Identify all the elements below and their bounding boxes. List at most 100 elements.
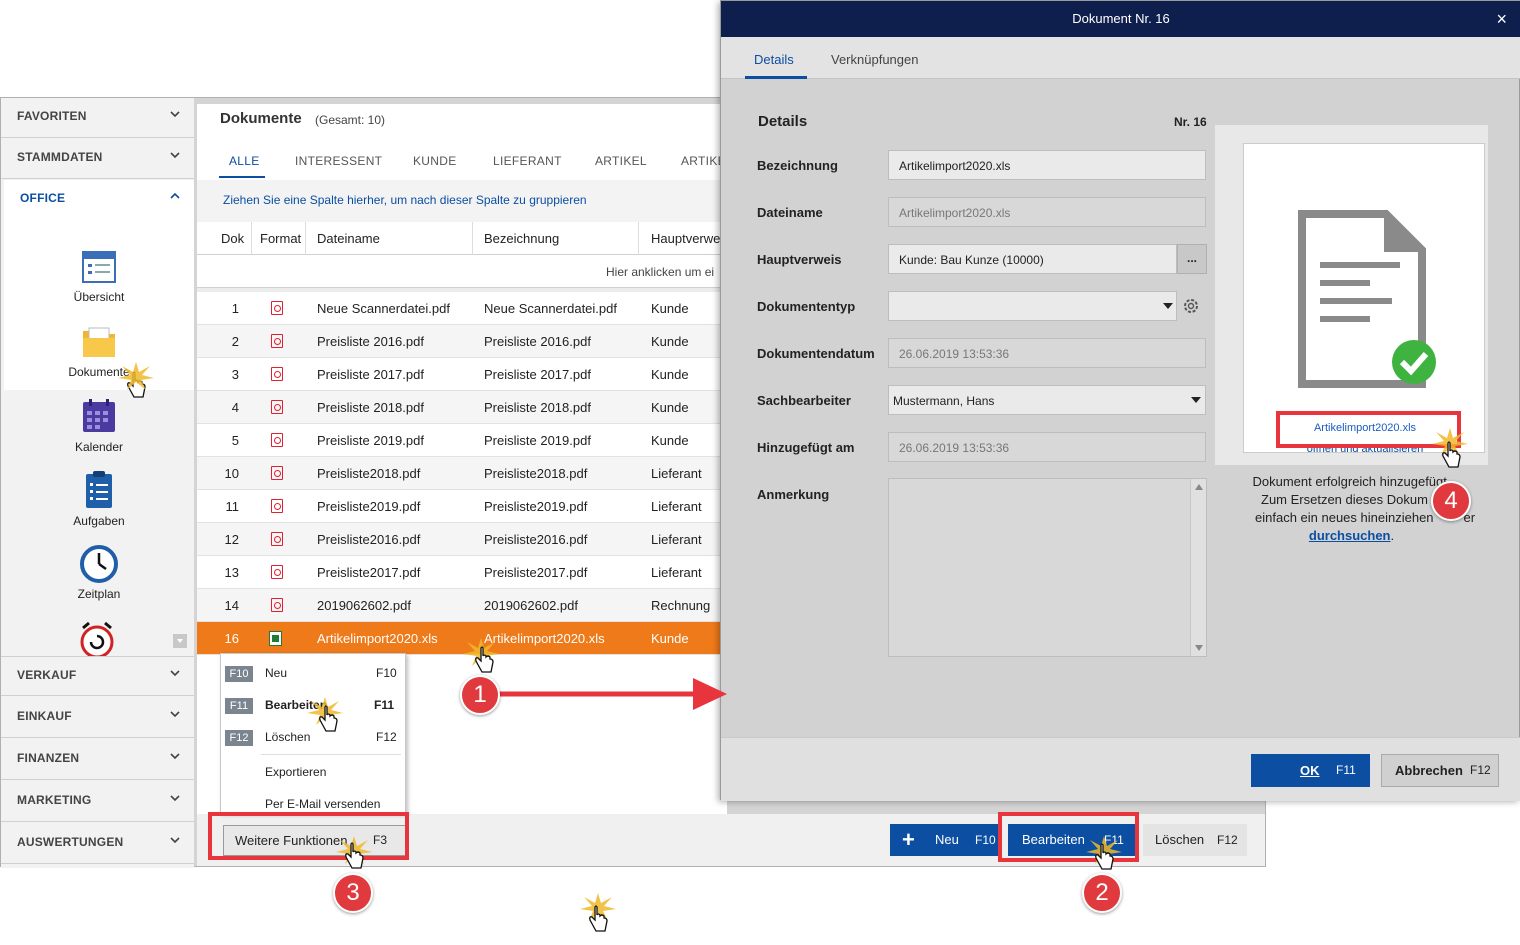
- table-row[interactable]: 11 Preisliste2019.pdf Preisliste2019.pdf Li…: [197, 490, 727, 523]
- menu-item-exportieren[interactable]: Exportieren: [221, 765, 407, 789]
- anmerkung-textarea[interactable]: [888, 478, 1207, 657]
- column-header-dok[interactable]: Dok: [221, 231, 244, 246]
- excel-icon: [269, 631, 282, 646]
- sidebar-item-dokumente[interactable]: Dokumente: [4, 325, 194, 379]
- delete-button[interactable]: Löschen F12: [1143, 824, 1247, 856]
- column-header-format[interactable]: Format: [260, 231, 301, 246]
- column-header-hauptverweis[interactable]: Hauptverwe: [651, 231, 720, 246]
- pointer-hand-icon: [319, 705, 338, 732]
- group-panel[interactable]: Ziehen Sie eine Spalte hierher, um nach …: [197, 180, 727, 222]
- table-row[interactable]: 1 Neue Scannerdatei.pdf Neue Scannerdatei.…: [197, 292, 727, 325]
- new-button[interactable]: + Neu F10: [890, 824, 999, 856]
- sachbearbeiter-select[interactable]: Mustermann, Hans: [888, 385, 1206, 415]
- sidebar-section-stammdaten[interactable]: STAMMDATEN: [1, 139, 194, 179]
- sidebar-item-label: Übersicht: [73, 290, 125, 304]
- label-dateiname: Dateiname: [757, 205, 823, 220]
- bezeichnung-field[interactable]: Artikelimport2020.xls: [888, 150, 1206, 180]
- dialog-title-bar: Dokument Nr. 16 ×: [721, 1, 1520, 37]
- table-row[interactable]: 2 Preisliste 2016.pdf Preisliste 2016.pdf K…: [197, 325, 727, 358]
- cell-description: Preisliste2018.pdf: [484, 466, 588, 481]
- sidebar-section-verkauf[interactable]: VERKAUF: [1, 656, 194, 696]
- cell-description: Artikelimport2020.xls: [484, 631, 605, 646]
- table-row[interactable]: 16 Artikelimport2020.xls Artikelimport2020…: [197, 622, 727, 655]
- sidebar-section-auswertungen[interactable]: AUSWERTUNGEN: [1, 824, 194, 864]
- pdf-icon: [271, 499, 283, 513]
- table-row[interactable]: 3 Preisliste 2017.pdf Preisliste 2017.pdf K…: [197, 358, 727, 391]
- chevron-down-icon: [170, 711, 180, 718]
- group-hint: Ziehen Sie eine Spalte hierher, um nach …: [223, 193, 587, 207]
- table-row[interactable]: 13 Preisliste2017.pdf Preisliste2017.pdf Li…: [197, 556, 727, 589]
- column-divider: [472, 222, 473, 255]
- scrollbar[interactable]: [1190, 479, 1206, 656]
- dateiname-field[interactable]: Artikelimport2020.xls: [888, 197, 1206, 227]
- hinzugefuegt-field[interactable]: 26.06.2019 13:53:36: [888, 432, 1206, 462]
- filter-row[interactable]: Hier anklicken um ei: [197, 255, 727, 288]
- ok-button[interactable]: OK F11: [1251, 754, 1370, 787]
- cell-reference: Kunde: [651, 367, 689, 382]
- delete-label: Löschen: [1155, 832, 1205, 847]
- pdf-icon: [271, 466, 283, 480]
- table-row[interactable]: 12 Preisliste2016.pdf Preisliste2016.pdf Li…: [197, 523, 727, 556]
- pdf-icon: [271, 532, 283, 546]
- browse-button[interactable]: ...: [1177, 244, 1207, 274]
- sidebar-section-finanzen[interactable]: FINANZEN: [1, 740, 194, 780]
- delete-key: F12: [1217, 833, 1238, 847]
- tab-kunde[interactable]: KUNDE: [413, 154, 457, 168]
- chevron-down-icon: [170, 111, 180, 118]
- cell-filename: Preisliste2018.pdf: [317, 466, 421, 481]
- menu-item-email[interactable]: Per E-Mail versenden: [221, 797, 407, 813]
- sidebar-item-kalender[interactable]: Kalender: [4, 398, 194, 454]
- pointer-hand-icon: [475, 646, 494, 673]
- sidebar-section-label: MARKETING: [17, 793, 92, 807]
- preview-card[interactable]: Artikelimport2020.xls öffnen und aktuali…: [1243, 143, 1485, 455]
- table-row[interactable]: 10 Preisliste2018.pdf Preisliste2018.pdf Li…: [197, 457, 727, 490]
- scroll-down-button[interactable]: [173, 634, 187, 648]
- calendar-icon: [83, 399, 115, 432]
- tab-lieferant[interactable]: LIEFERANT: [493, 154, 562, 168]
- clock-icon: [80, 545, 118, 583]
- menu-item-label: Per E-Mail versenden: [265, 797, 381, 811]
- tab-details[interactable]: Details: [754, 52, 794, 67]
- menu-item-loeschen[interactable]: F12 Löschen F12: [221, 730, 407, 754]
- sidebar-section-office[interactable]: OFFICE: [4, 180, 194, 220]
- cell-nr: 12: [224, 532, 239, 547]
- table-row[interactable]: 14 2019062602.pdf 2019062602.pdf Rechnung: [197, 589, 727, 622]
- close-icon[interactable]: ×: [1496, 1, 1507, 37]
- chevron-down-icon: [170, 837, 180, 844]
- sidebar-section-einkauf[interactable]: EINKAUF: [1, 698, 194, 738]
- hauptverweis-field[interactable]: Kunde: Bau Kunze (10000): [888, 244, 1177, 274]
- column-header-dateiname[interactable]: Dateiname: [317, 231, 380, 246]
- table-row[interactable]: 4 Preisliste 2018.pdf Preisliste 2018.pdf K…: [197, 391, 727, 424]
- sidebar-item-aufgaben[interactable]: Aufgaben: [4, 470, 194, 528]
- column-header-bezeichnung[interactable]: Bezeichnung: [484, 231, 559, 246]
- sidebar-item-label: Zeitplan: [77, 587, 121, 601]
- step-badge-4: 4: [1431, 481, 1471, 521]
- tab-alle[interactable]: ALLE: [229, 154, 260, 168]
- browse-link[interactable]: durchsuchen: [1309, 528, 1391, 543]
- sidebar-section-favoriten[interactable]: FAVORITEN: [1, 98, 194, 138]
- cancel-button[interactable]: Abbrechen F12: [1381, 754, 1499, 787]
- cell-nr: 14: [224, 598, 239, 613]
- cell-description: Preisliste 2019.pdf: [484, 433, 591, 448]
- sidebar-item-zeitplan[interactable]: Zeitplan: [4, 544, 194, 601]
- table-row[interactable]: 5 Preisliste 2019.pdf Preisliste 2019.pdf K…: [197, 424, 727, 457]
- pointer-hand-icon: [1442, 441, 1461, 468]
- gear-icon[interactable]: [1181, 296, 1201, 316]
- tab-artikel[interactable]: ARTIKEL: [595, 154, 647, 168]
- dokumentendatum-field[interactable]: 26.06.2019 13:53:36: [888, 338, 1206, 368]
- sidebar-section-marketing[interactable]: MARKETING: [1, 782, 194, 822]
- alarm-clock-icon[interactable]: [79, 620, 115, 656]
- step-badge-2: 2: [1082, 873, 1122, 913]
- document-check-icon: [1298, 210, 1436, 388]
- cell-description: 2019062602.pdf: [484, 598, 578, 613]
- menu-item-neu[interactable]: F10 Neu F10: [221, 666, 407, 690]
- sidebar-section-label: FINANZEN: [17, 751, 80, 765]
- cell-nr: 13: [224, 565, 239, 580]
- dokumententyp-select[interactable]: [888, 291, 1177, 321]
- sidebar-item-uebersicht[interactable]: Übersicht: [4, 250, 194, 304]
- menu-item-label: Neu: [265, 666, 288, 680]
- tab-interessent[interactable]: INTERESSENT: [295, 154, 382, 168]
- cell-reference: Lieferant: [651, 499, 702, 514]
- tab-verknuepfungen[interactable]: Verknüpfungen: [831, 52, 918, 67]
- sidebar-section-label: FAVORITEN: [17, 109, 87, 123]
